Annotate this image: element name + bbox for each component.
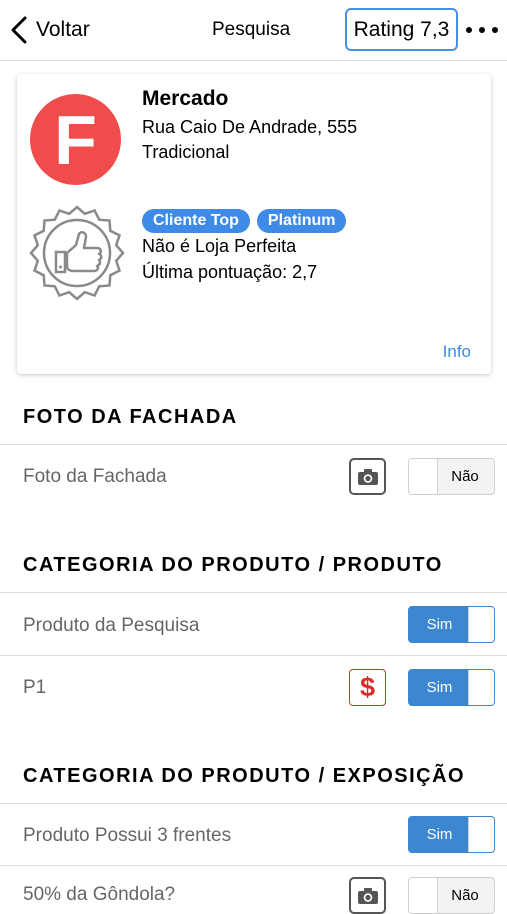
store-type: Tradicional — [142, 142, 230, 162]
toggle-gondola[interactable]: Não — [408, 877, 495, 914]
dollar-icon[interactable]: $ — [349, 669, 386, 706]
row-label-produto-pesquisa: Produto da Pesquisa — [23, 615, 200, 636]
more-options-icon[interactable] — [466, 16, 498, 44]
thumbs-up-seal-icon — [29, 205, 125, 301]
badge-platinum: Platinum — [256, 209, 347, 233]
toggle-foto-fachada[interactable]: Não — [408, 458, 495, 495]
store-address: Rua Caio De Andrade, 555 — [142, 117, 358, 137]
camera-icon[interactable] — [349, 458, 386, 495]
toggle-produto-3-frentes[interactable]: Sim — [408, 816, 495, 853]
toggle-value: Não — [451, 887, 479, 904]
back-label: Voltar — [36, 18, 90, 41]
toggle-value: Sim — [426, 679, 453, 696]
toggle-value: Sim — [426, 616, 453, 633]
camera-icon[interactable] — [349, 877, 386, 914]
row-label-produto-3-frentes: Produto Possui 3 frentes — [23, 825, 232, 846]
store-badges: Cliente Top Platinum — [142, 209, 347, 233]
toggle-p1[interactable]: Sim — [408, 669, 495, 706]
info-link[interactable]: Info — [443, 342, 471, 362]
toggle-produto-pesquisa[interactable]: Sim — [408, 606, 495, 643]
store-logo: F — [30, 94, 121, 185]
badge-cliente-top: Cliente Top — [142, 209, 250, 233]
store-card: F Mercado Rua Caio De Andrade, 555 Tradi… — [17, 74, 491, 374]
perfect-store-status: Não é Loja Perfeita — [142, 236, 297, 256]
row-label-foto-fachada: Foto da Fachada — [23, 466, 167, 487]
toggle-value: Não — [451, 468, 479, 485]
section-title-categoria-produto: CATEGORIA DO PRODUTO / PRODUTO — [23, 554, 443, 576]
divider — [0, 803, 507, 804]
store-name: Mercado — [142, 87, 229, 110]
divider — [0, 592, 507, 593]
section-title-foto-fachada: FOTO DA FACHADA — [23, 406, 238, 428]
section-title-categoria-exposicao: CATEGORIA DO PRODUTO / EXPOSIÇÃO — [23, 765, 466, 787]
chevron-left-icon — [11, 16, 27, 44]
page-title: Pesquisa — [212, 19, 291, 40]
divider — [0, 444, 507, 445]
last-score: Última pontuação: 2,7 — [142, 262, 318, 282]
navigation-bar: Voltar Pesquisa Rating 7,3 — [0, 0, 507, 61]
divider — [0, 655, 507, 656]
back-button[interactable]: Voltar — [10, 14, 90, 46]
row-label-p1: P1 — [23, 677, 47, 698]
row-label-gondola: 50% da Gôndola? — [23, 884, 176, 905]
rating-button[interactable]: Rating 7,3 — [345, 8, 458, 51]
toggle-value: Sim — [426, 826, 453, 843]
divider — [0, 865, 507, 866]
